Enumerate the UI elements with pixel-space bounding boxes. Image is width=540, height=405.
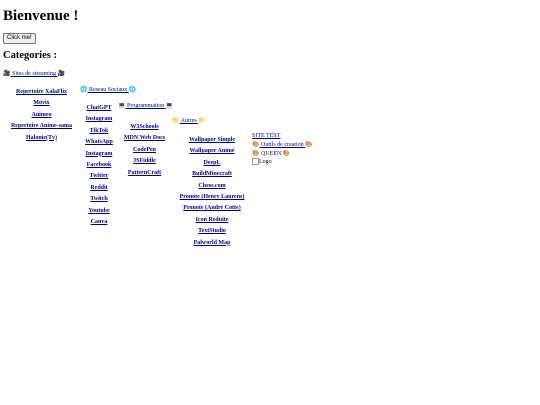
streaming-list: Repertoire XalaFlix Movix Animeo Repertoire… — [2, 87, 81, 144]
others-link[interactable]: Icon Reduite — [196, 215, 229, 226]
others-link[interactable]: Wallpaper Simple — [189, 135, 235, 146]
social-link[interactable]: Twitter — [90, 171, 109, 182]
palette-icon: 🎨 — [252, 140, 260, 148]
social-link[interactable]: Reddit — [90, 183, 107, 194]
others-list: Wallpaper Simple Wallpaper Animé DeepL Buil… — [172, 135, 252, 249]
laptop-icon: 💻 — [165, 102, 174, 109]
programming-list: W3Schools MDN Web Docs CodePen JSFiddle Patt… — [118, 122, 171, 179]
others-section-label: Autres — [180, 118, 197, 124]
palette-icon: 🎨 — [252, 149, 260, 157]
tools-label: Outils de creation — [260, 141, 304, 148]
social-link[interactable]: TikTok — [90, 126, 109, 137]
logo-alt-text: Logo — [259, 159, 272, 166]
social-list: ChatGPT Instagram TikTok WhatsApp Instagram F… — [79, 103, 119, 228]
queen-link[interactable]: 🎨 QUEEN 🎨 — [252, 149, 291, 157]
others-section-link[interactable]: 📁 Autres 📁 — [172, 117, 206, 125]
streaming-link[interactable]: Repertoire Anime-sama — [11, 121, 72, 132]
streaming-link[interactable]: Halonie(Tv) — [26, 133, 57, 144]
globe-icon: 🌐 — [80, 86, 88, 93]
click-me-button[interactable]: Click me! — [3, 33, 36, 44]
queen-label: QUEEN — [260, 150, 282, 157]
page: Bienvenue ! Click me! Categories : 🎥 Sit… — [0, 0, 540, 405]
globe-icon: 🌐 — [128, 86, 137, 93]
logo-image: Logo — [252, 158, 313, 167]
palette-icon: 🎨 — [305, 140, 313, 148]
others-link[interactable]: Wallpaper Animé — [189, 146, 234, 157]
programming-link[interactable]: CodePen — [133, 145, 156, 156]
programming-link[interactable]: MDN Web Docs — [124, 133, 165, 144]
streaming-link[interactable]: Movix — [33, 98, 49, 109]
programming-section-link[interactable]: 💻 Programmation 💻 — [118, 102, 173, 110]
tools-link[interactable]: 🎨 Outils de creation 🎨 — [252, 141, 313, 150]
others-link[interactable]: DeepL — [204, 158, 221, 169]
programming-link[interactable]: JSFiddle — [133, 156, 156, 167]
social-link[interactable]: Instagram — [86, 114, 113, 125]
programming-link[interactable]: W3Schools — [130, 122, 158, 133]
streaming-section-link[interactable]: 🎥 Sites de streaming 🎥 — [3, 70, 65, 78]
social-link[interactable]: WhatsApp — [85, 137, 113, 148]
others-link[interactable]: Chess.com — [198, 181, 225, 192]
broken-image-icon — [252, 158, 259, 166]
laptop-icon: 💻 — [118, 102, 126, 109]
streaming-link[interactable]: Repertoire XalaFlix — [16, 87, 67, 98]
social-link[interactable]: Canva — [91, 217, 108, 228]
site-test-link[interactable]: SITE TEST — [252, 133, 313, 141]
others-link[interactable]: Pronote (Andre Cotte) — [183, 203, 240, 214]
social-link[interactable]: Facebook — [87, 160, 112, 171]
others-link[interactable]: Palworld Map — [194, 238, 231, 249]
categories-heading: Categories : — [3, 50, 57, 61]
social-link[interactable]: ChatGPT — [86, 103, 111, 114]
social-section-label: Reseau Sociaux — [88, 87, 128, 93]
folder-icon: 📁 — [198, 117, 206, 124]
social-link[interactable]: Twitch — [90, 194, 108, 205]
streaming-section-label: Sites de streaming — [11, 71, 56, 77]
others-link[interactable]: BuildMinecraft — [192, 169, 232, 180]
programming-link[interactable]: PatternCraft — [128, 168, 161, 179]
others-link[interactable]: Pronote (Henry Laurens) — [180, 192, 245, 203]
folder-icon: 📁 — [172, 117, 180, 124]
programming-section-label: Programmation — [126, 103, 165, 109]
social-section-link[interactable]: 🌐 Reseau Sociaux 🌐 — [80, 86, 136, 94]
camera-icon: 🎥 — [3, 70, 11, 77]
social-link[interactable]: Instagram — [86, 149, 113, 160]
social-link[interactable]: Youtube — [88, 206, 109, 217]
streaming-link[interactable]: Animeo — [32, 110, 52, 121]
misc-links: SITE TEST 🎨 Outils de creation 🎨 🎨 QUEEN… — [252, 133, 313, 167]
camera-icon: 🎥 — [57, 70, 65, 77]
palette-icon: 🎨 — [282, 149, 291, 157]
page-title: Bienvenue ! — [3, 8, 79, 24]
others-link[interactable]: TextStudio — [198, 226, 226, 237]
